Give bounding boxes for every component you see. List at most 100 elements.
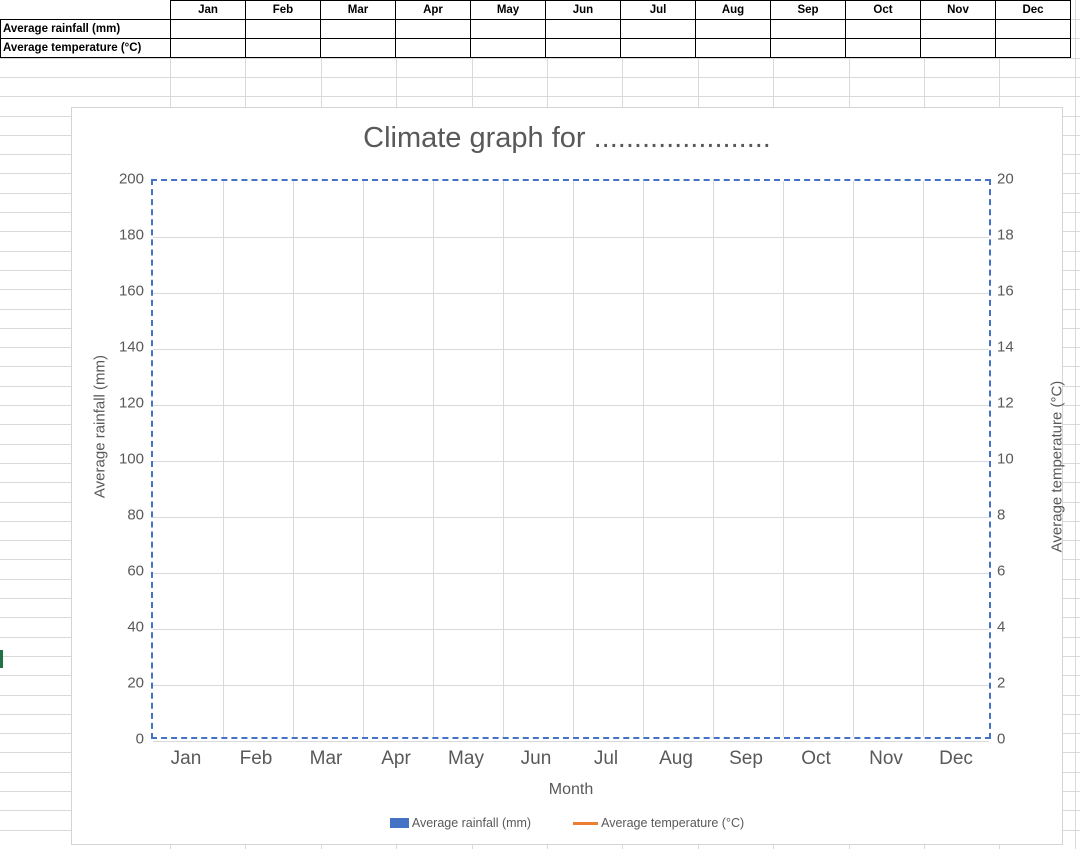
spreadsheet-window: JanFebMarAprMayJunJulAugSepOctNovDecAver… — [0, 0, 1080, 849]
vertical-gridline — [503, 181, 504, 737]
table-column-header[interactable]: Oct — [846, 1, 921, 20]
table-column-header[interactable]: Nov — [921, 1, 996, 20]
horizontal-gridline — [153, 461, 989, 462]
table-data-cell[interactable] — [771, 20, 846, 39]
table-data-cell[interactable] — [696, 39, 771, 58]
table-column-header[interactable]: May — [471, 1, 546, 20]
y-axis-right-tick-label: 14 — [997, 339, 1067, 356]
chart-title: Climate graph for ...................... — [72, 122, 1062, 155]
table-data-cell[interactable] — [771, 39, 846, 58]
legend-label: Average rainfall (mm) — [412, 816, 531, 830]
table-data-cell[interactable] — [921, 39, 996, 58]
worksheet-column-divider — [1075, 0, 1076, 849]
vertical-gridline — [923, 181, 924, 737]
x-axis-tick-label: Mar — [310, 748, 343, 770]
x-axis-tick-label: Jul — [594, 748, 618, 770]
legend-bar-swatch-icon — [390, 818, 409, 828]
table-data-cell[interactable] — [471, 39, 546, 58]
horizontal-gridline — [153, 349, 989, 350]
x-axis-tick-label: Sep — [729, 748, 763, 770]
table-column-header[interactable]: Jan — [171, 1, 246, 20]
y-axis-left-tick-label: 20 — [74, 675, 144, 692]
y-axis-right-tick-label: 18 — [997, 227, 1067, 244]
y-axis-right-title: Average temperature (°C) — [1049, 357, 1066, 577]
vertical-gridline — [293, 181, 294, 737]
horizontal-gridline — [153, 573, 989, 574]
table-corner-cell[interactable] — [1, 1, 171, 20]
table-data-cell[interactable] — [321, 20, 396, 39]
climate-data-table[interactable]: JanFebMarAprMayJunJulAugSepOctNovDec Aver… — [0, 0, 1071, 58]
table-column-header[interactable]: Aug — [696, 1, 771, 20]
y-axis-left-tick-label: 120 — [74, 395, 144, 412]
vertical-gridline — [783, 181, 784, 737]
table-data-cell[interactable] — [246, 20, 321, 39]
y-axis-left-tick-label: 200 — [74, 171, 144, 188]
x-axis-tick-label: Jun — [521, 748, 552, 770]
x-axis-tick-label: Jan — [171, 748, 202, 770]
table-column-header[interactable]: Dec — [996, 1, 1071, 20]
table-column-header[interactable]: Mar — [321, 1, 396, 20]
table-data-cell[interactable] — [396, 39, 471, 58]
table-data-cell[interactable] — [471, 20, 546, 39]
y-axis-left-tick-label: 180 — [74, 227, 144, 244]
y-axis-left-tick-label: 80 — [74, 507, 144, 524]
table-data-cell[interactable] — [321, 39, 396, 58]
table-data-cell[interactable] — [621, 39, 696, 58]
x-axis-tick-label: May — [448, 748, 484, 770]
table-column-header[interactable]: Sep — [771, 1, 846, 20]
table-row: Average temperature (°C) — [1, 39, 1071, 58]
table-data-cell[interactable] — [846, 20, 921, 39]
table-data-cell[interactable] — [546, 20, 621, 39]
y-axis-right-tick-label: 2 — [997, 675, 1067, 692]
vertical-gridline — [223, 181, 224, 737]
x-axis-tick-label: Oct — [801, 748, 831, 770]
vertical-gridline — [433, 181, 434, 737]
table-data-cell[interactable] — [921, 20, 996, 39]
legend-item[interactable]: Average rainfall (mm) — [390, 816, 531, 830]
chart-plot-area[interactable] — [151, 179, 991, 739]
table-data-cell[interactable] — [396, 20, 471, 39]
table-row-label[interactable]: Average rainfall (mm) — [1, 20, 171, 39]
table-column-header[interactable]: Jul — [621, 1, 696, 20]
horizontal-gridline — [153, 741, 989, 742]
vertical-gridline — [713, 181, 714, 737]
table-row: Average rainfall (mm) — [1, 20, 1071, 39]
y-axis-right-tick-label: 4 — [997, 619, 1067, 636]
table-data-cell[interactable] — [846, 39, 921, 58]
table-data-cell[interactable] — [171, 20, 246, 39]
y-axis-right-tick-label: 20 — [997, 171, 1067, 188]
table-column-header[interactable]: Apr — [396, 1, 471, 20]
y-axis-left-title: Average rainfall (mm) — [92, 337, 109, 517]
table-data-cell[interactable] — [546, 39, 621, 58]
x-axis-tick-label: Apr — [381, 748, 411, 770]
chart-legend[interactable]: Average rainfall (mm) Average temperature… — [72, 816, 1062, 830]
x-axis-title: Month — [151, 781, 991, 799]
vertical-gridline — [853, 181, 854, 737]
horizontal-gridline — [153, 293, 989, 294]
x-axis-tick-label: Aug — [659, 748, 693, 770]
table-data-cell[interactable] — [246, 39, 321, 58]
x-axis-ticks[interactable]: JanFebMarAprMayJunJulAugSepOctNovDec — [151, 748, 991, 778]
active-cell-indicator — [0, 650, 3, 668]
table-row-label[interactable]: Average temperature (°C) — [1, 39, 171, 58]
legend-item[interactable]: Average temperature (°C) — [573, 816, 744, 830]
table-body: JanFebMarAprMayJunJulAugSepOctNovDec Aver… — [1, 1, 1071, 58]
climate-chart-object[interactable]: Climate graph for ......................… — [71, 107, 1063, 845]
table-data-cell[interactable] — [996, 39, 1071, 58]
y-axis-left-tick-label: 140 — [74, 339, 144, 356]
y-axis-right-tick-label: 16 — [997, 283, 1067, 300]
table-data-cell[interactable] — [996, 20, 1071, 39]
legend-line-swatch-icon — [573, 822, 598, 825]
table-data-cell[interactable] — [171, 39, 246, 58]
table-column-header[interactable]: Feb — [246, 1, 321, 20]
table-data-cell[interactable] — [621, 20, 696, 39]
worksheet-row[interactable] — [0, 77, 1080, 97]
horizontal-gridline — [153, 237, 989, 238]
worksheet-row[interactable] — [0, 58, 1080, 78]
horizontal-gridline — [153, 685, 989, 686]
y-axis-right-tick-label: 0 — [997, 731, 1067, 748]
x-axis-tick-label: Feb — [240, 748, 273, 770]
y-axis-left-tick-label: 40 — [74, 619, 144, 636]
table-data-cell[interactable] — [696, 20, 771, 39]
table-column-header[interactable]: Jun — [546, 1, 621, 20]
